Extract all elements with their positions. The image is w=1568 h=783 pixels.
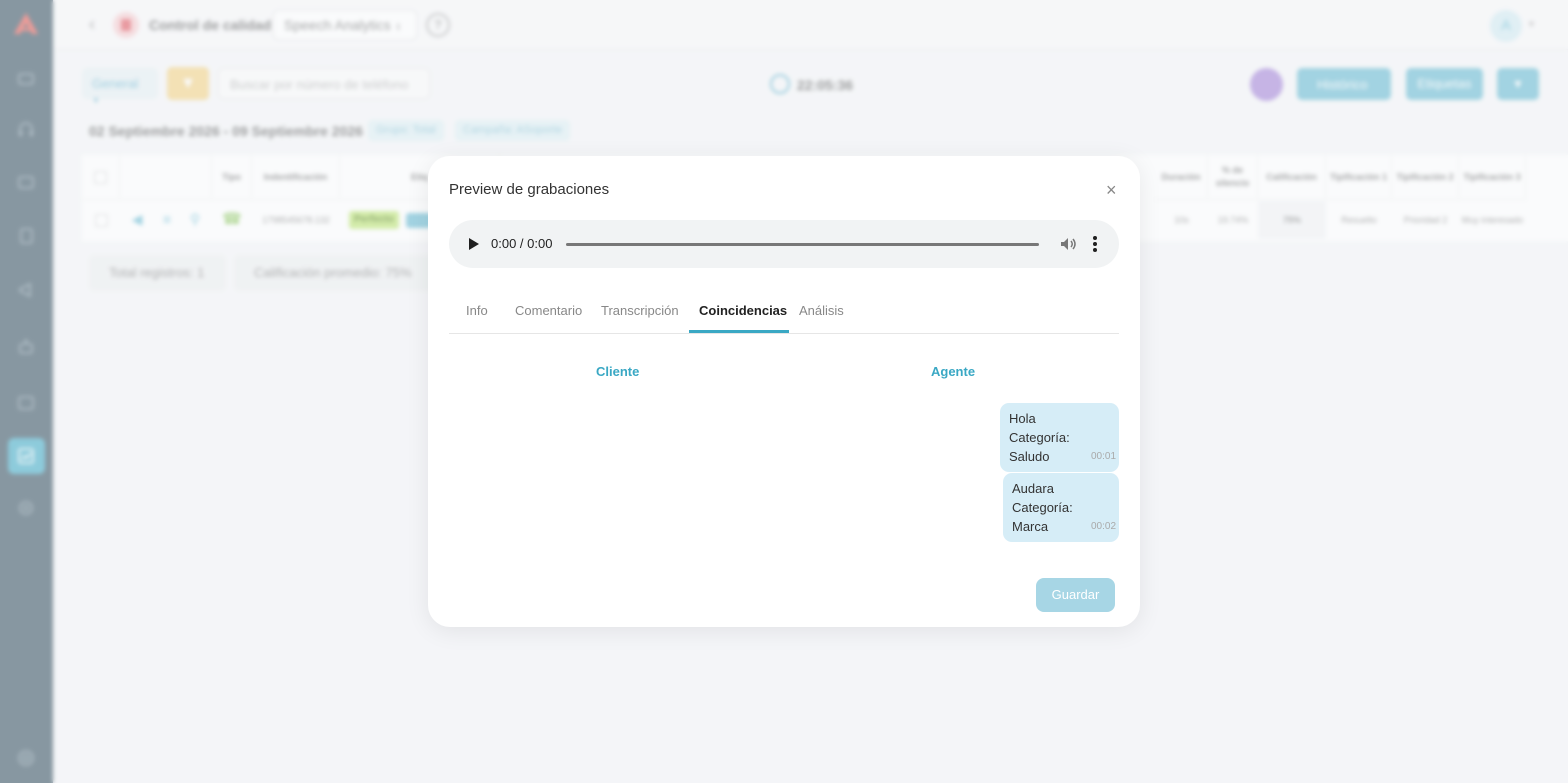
audio-time: 0:00 / 0:00	[491, 236, 553, 251]
more-options-icon[interactable]	[1093, 236, 1099, 252]
play-icon[interactable]	[469, 238, 479, 250]
close-icon[interactable]: ×	[1106, 180, 1117, 201]
audio-player[interactable]: 0:00 / 0:00	[449, 220, 1119, 268]
audio-seek-bar[interactable]	[566, 243, 1039, 246]
tab-transcripcion[interactable]: Transcripción	[601, 303, 679, 318]
volume-icon[interactable]	[1059, 235, 1077, 253]
cliente-column-header: Cliente	[596, 364, 640, 379]
match-word: Hola	[1009, 411, 1036, 426]
modal-title: Preview de grabaciones	[449, 181, 610, 198]
modal-tabs: Info Comentario Transcripción Coincidenc…	[449, 300, 1119, 334]
match-time: 00:01	[1091, 451, 1117, 462]
match-time: 00:02	[1091, 521, 1117, 532]
tab-info[interactable]: Info	[466, 303, 488, 318]
save-button[interactable]: Guardar	[1036, 578, 1115, 612]
preview-modal: Preview de grabaciones × 0:00 / 0:00 Inf…	[428, 156, 1140, 627]
tab-analisis[interactable]: Análisis	[799, 303, 844, 318]
active-tab-indicator	[689, 330, 789, 333]
agente-column-header: Agente	[931, 364, 976, 379]
tab-comentario[interactable]: Comentario	[515, 303, 582, 318]
match-word: Audara	[1012, 481, 1054, 496]
tab-coincidencias[interactable]: Coincidencias	[699, 303, 787, 318]
